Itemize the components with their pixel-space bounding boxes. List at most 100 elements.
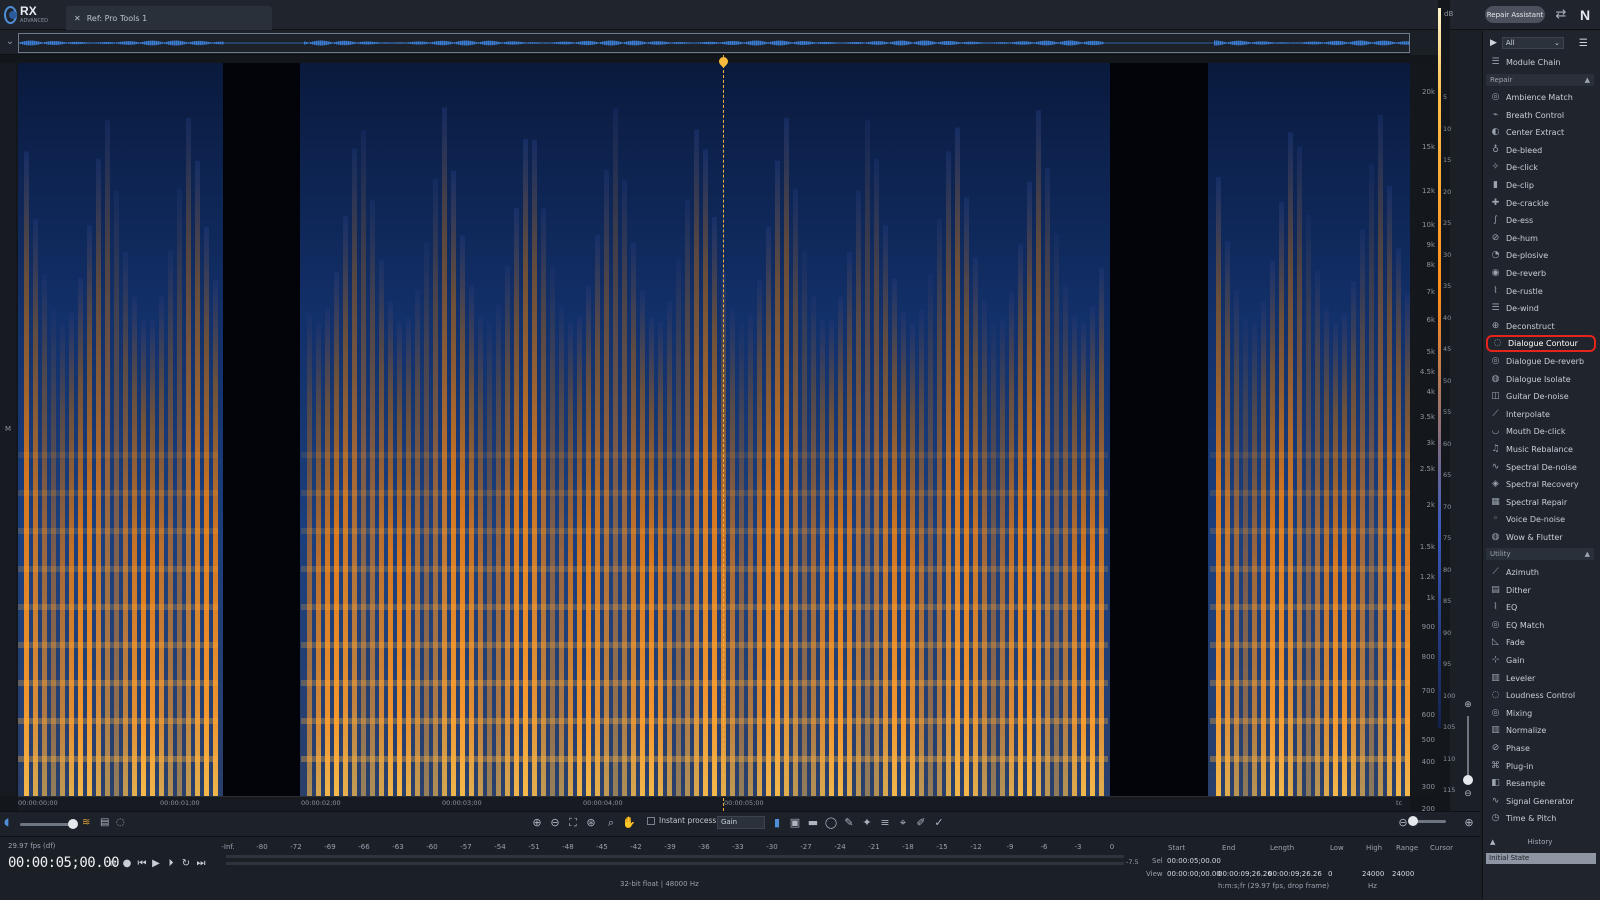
- view-length-value[interactable]: 00:00:09;26.26: [1268, 870, 1322, 878]
- history-state-item[interactable]: Initial State: [1486, 853, 1596, 864]
- utility-signal-generator[interactable]: ∿ Signal Generator: [1486, 793, 1596, 810]
- module-dialogue-contour[interactable]: ◌ Dialogue Contour: [1486, 335, 1596, 353]
- module-guitar-de-noise[interactable]: ◫ Guitar De-noise: [1486, 388, 1596, 405]
- module-center-extract[interactable]: ◐ Center Extract: [1486, 124, 1596, 141]
- utility-fade[interactable]: ◺ Fade: [1486, 634, 1596, 651]
- sync-icon[interactable]: ⇄: [1553, 7, 1569, 23]
- utility-loudness-control[interactable]: ◌ Loudness Control: [1486, 687, 1596, 704]
- utility-azimuth[interactable]: ⟋ Azimuth: [1486, 564, 1596, 581]
- instant-process-toggle[interactable]: Instant process: [647, 816, 716, 825]
- process-mode-select[interactable]: Gain: [717, 816, 765, 829]
- time-frequency-selection-icon[interactable]: ▣: [788, 816, 802, 830]
- close-tab-icon[interactable]: ✕: [74, 14, 81, 23]
- loop-button[interactable]: ↻: [180, 858, 192, 870]
- module-de-wind[interactable]: ☰ De-wind: [1486, 300, 1596, 317]
- play-to-end-button[interactable]: ⏭: [195, 858, 207, 870]
- vertical-zoom-thumb[interactable]: [1463, 775, 1473, 785]
- utility-gain[interactable]: ⊹ Gain: [1486, 652, 1596, 669]
- file-tab[interactable]: ✕ Ref: Pro Tools 1: [66, 6, 272, 30]
- spectrogram-view-icon[interactable]: ≋: [82, 817, 94, 829]
- time-format[interactable]: h:m:s;fr (29.97 fps, drop frame): [1218, 882, 1329, 890]
- low-value[interactable]: 0: [1328, 870, 1332, 878]
- lasso-icon[interactable]: ◯: [824, 816, 838, 830]
- vertical-zoom-out-icon[interactable]: ⊖: [1462, 789, 1474, 801]
- view-end-value[interactable]: 00:00:09;26.26: [1218, 870, 1272, 878]
- utility-eq-match[interactable]: ◎ EQ Match: [1486, 617, 1596, 634]
- utility-resample[interactable]: ◧ Resample: [1486, 775, 1596, 792]
- headphones-icon[interactable]: ∩: [107, 858, 119, 870]
- module-dialogue-isolate[interactable]: ◍ Dialogue Isolate: [1486, 371, 1596, 388]
- range-value[interactable]: 24000: [1392, 870, 1414, 878]
- play-button[interactable]: ▶: [150, 858, 162, 870]
- time-selection-icon[interactable]: ▮: [770, 816, 784, 830]
- waveform-view-icon[interactable]: ◖: [4, 817, 16, 829]
- utility-dither[interactable]: ▤ Dither: [1486, 582, 1596, 599]
- module-wow-and-flutter[interactable]: ◍ Wow & Flutter: [1486, 529, 1596, 546]
- module-de-hum[interactable]: ⊘ De-hum: [1486, 230, 1596, 247]
- record-button[interactable]: ●: [121, 858, 133, 870]
- module-spectral-repair[interactable]: ▦ Spectral Repair: [1486, 494, 1596, 511]
- magnify-icon[interactable]: ⌕: [604, 816, 618, 830]
- utility-plug-in[interactable]: ⌘ Plug-in: [1486, 758, 1596, 775]
- rewind-button[interactable]: ⏮: [136, 858, 148, 870]
- utility-section-header[interactable]: Utility ▲: [1486, 548, 1594, 560]
- module-de-clip[interactable]: ▮ De-clip: [1486, 177, 1596, 194]
- brush-icon[interactable]: ✎: [842, 816, 856, 830]
- module-deconstruct[interactable]: ⊕ Deconstruct: [1486, 318, 1596, 335]
- frame-rate[interactable]: 29.97 fps (df): [8, 842, 55, 850]
- repair-section-header[interactable]: Repair ▲: [1486, 74, 1594, 86]
- module-de-bleed[interactable]: ♁ De-bleed: [1486, 142, 1596, 159]
- view-start-value[interactable]: 00:00:00;00.00: [1167, 870, 1221, 878]
- opacity-slider-thumb[interactable]: [68, 819, 78, 829]
- timecode-display[interactable]: 00:00:05;00.00: [8, 855, 120, 871]
- magic-wand-icon[interactable]: ✦: [860, 816, 874, 830]
- db-color-scale[interactable]: [1438, 8, 1441, 728]
- utility-time-and-pitch[interactable]: ◷ Time & Pitch: [1486, 810, 1596, 827]
- menu-icon[interactable]: ☰: [1579, 38, 1588, 49]
- playhead[interactable]: [723, 55, 724, 811]
- module-de-rustle[interactable]: ⌇ De-rustle: [1486, 283, 1596, 300]
- instant-process-checkbox[interactable]: [647, 816, 655, 825]
- module-interpolate[interactable]: ⟋ Interpolate: [1486, 406, 1596, 423]
- module-spectral-recovery[interactable]: ◈ Spectral Recovery: [1486, 476, 1596, 493]
- high-value[interactable]: 24000: [1362, 870, 1384, 878]
- zoom-selection-icon[interactable]: ⊛: [584, 816, 598, 830]
- module-de-ess[interactable]: ∫ De-ess: [1486, 212, 1596, 229]
- waveform-overview[interactable]: ⌄: [0, 31, 1410, 55]
- module-de-click[interactable]: ✧ De-click: [1486, 159, 1596, 176]
- utility-phase[interactable]: ⊘ Phase: [1486, 740, 1596, 757]
- instant-process-tool-icon[interactable]: ✐: [914, 816, 928, 830]
- utility-mixing[interactable]: ◎ Mixing: [1486, 705, 1596, 722]
- module-chain-button[interactable]: ☰ Module Chain: [1486, 54, 1596, 71]
- sel-start-value[interactable]: 00:00:05;00.00: [1167, 857, 1221, 865]
- module-dialogue-de-reverb[interactable]: ◎ Dialogue De-reverb: [1486, 353, 1596, 370]
- markers-icon[interactable]: ◌: [116, 817, 128, 829]
- spectrogram-settings-icon[interactable]: ▤: [100, 817, 112, 829]
- utility-normalize[interactable]: ▥ Normalize: [1486, 722, 1596, 739]
- module-de-reverb[interactable]: ◉ De-reverb: [1486, 265, 1596, 282]
- zoom-in-icon[interactable]: ⊕: [530, 816, 544, 830]
- selection-feathering-icon[interactable]: ✓: [932, 816, 946, 830]
- frequency-selection-icon[interactable]: ▬: [806, 816, 820, 830]
- utility-leveler[interactable]: ▥ Leveler: [1486, 670, 1596, 687]
- harmonic-selection-icon[interactable]: ≡: [878, 816, 892, 830]
- module-mouth-de-click[interactable]: ◡ Mouth De-click: [1486, 423, 1596, 440]
- find-similar-icon[interactable]: ⌖: [896, 816, 910, 830]
- utility-eq[interactable]: ⌇ EQ: [1486, 599, 1596, 616]
- collapse-overview-icon[interactable]: ⌄: [4, 36, 16, 50]
- module-voice-de-noise[interactable]: ◦ Voice De-noise: [1486, 511, 1596, 528]
- vertical-zoom-slider[interactable]: [1467, 716, 1469, 776]
- vertical-zoom-in-icon[interactable]: ⊕: [1462, 700, 1474, 712]
- hand-icon[interactable]: ✋: [622, 816, 636, 830]
- module-de-plosive[interactable]: ◔ De-plosive: [1486, 247, 1596, 264]
- spectrogram-display[interactable]: [18, 63, 1410, 796]
- opacity-slider[interactable]: [20, 823, 74, 826]
- play-selection-button[interactable]: ⏵: [165, 858, 177, 870]
- frequency-zoom-thumb[interactable]: [1408, 816, 1418, 826]
- repair-assistant-button[interactable]: Repair Assistant: [1485, 6, 1545, 23]
- zoom-fit-icon[interactable]: ⛶: [566, 816, 580, 830]
- frequency-zoom-in-icon[interactable]: ⊕: [1462, 816, 1476, 830]
- module-breath-control[interactable]: ⌁ Breath Control: [1486, 107, 1596, 124]
- module-spectral-de-noise[interactable]: ∿ Spectral De-noise: [1486, 459, 1596, 476]
- module-filter-select[interactable]: All ⌄: [1501, 37, 1564, 49]
